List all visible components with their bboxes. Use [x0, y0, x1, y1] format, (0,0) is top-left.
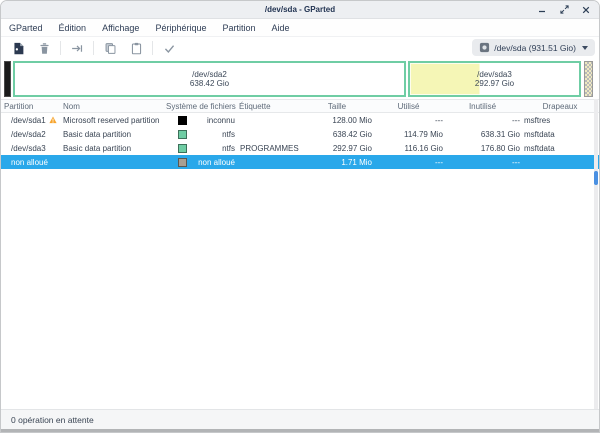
maximize-icon[interactable] [559, 5, 569, 15]
partition-used: --- [373, 116, 444, 125]
segment-device-label: /dev/sda3 [477, 70, 512, 80]
menu-view[interactable]: Affichage [102, 23, 139, 33]
column-header-used[interactable]: Utilisé [373, 102, 444, 111]
window-bottom-edge [1, 429, 599, 432]
menu-device[interactable]: Périphérique [155, 23, 206, 33]
pending-operations-text: 0 opération en attente [11, 415, 94, 425]
resize-arrow-icon [70, 42, 84, 55]
partition-unused: --- [444, 158, 521, 167]
column-header-partition[interactable]: Partition [1, 102, 61, 111]
menubar: GParted Édition Affichage Périphérique P… [1, 19, 599, 37]
partition-size: 128.00 Mio [301, 116, 373, 125]
table-row[interactable]: /dev/sda3 Basic data partition ntfs PROG… [1, 141, 599, 155]
disk-segment-sda2[interactable]: /dev/sda2 638.42 Gio [13, 61, 406, 97]
partition-size: 292.97 Gio [301, 144, 373, 153]
close-icon[interactable] [581, 5, 591, 15]
partition-flags: msftres [521, 116, 599, 125]
disk-segment-sda1[interactable] [4, 61, 11, 97]
disk-segment-unallocated[interactable] [584, 61, 593, 97]
resize-move-button[interactable] [64, 39, 90, 57]
partition-size: 1.71 Mio [301, 158, 373, 167]
warning-icon [49, 116, 57, 124]
partition-unused: 176.80 Gio [444, 144, 521, 153]
filesystem-cell: non alloué [164, 158, 238, 167]
fs-type: inconnu [207, 116, 235, 125]
toolbar-separator [152, 41, 153, 55]
partition-size: 638.42 Gio [301, 130, 373, 139]
paste-icon [130, 42, 143, 55]
partition-unused: 638.31 Gio [444, 130, 521, 139]
column-header-name[interactable]: Nom [61, 102, 164, 111]
fs-type: ntfs [222, 130, 235, 139]
window-controls [537, 1, 591, 18]
partition-name: Basic data partition [61, 144, 164, 153]
new-partition-button[interactable] [5, 39, 31, 57]
disk-icon [479, 42, 490, 53]
partition-name: Basic data partition [61, 130, 164, 139]
gparted-window: /dev/sda - GParted GParted Édition Affic… [0, 0, 600, 433]
partition-path: /dev/sda2 [11, 130, 46, 139]
column-header-unused[interactable]: Inutilisé [444, 102, 521, 111]
toolbar-separator [93, 41, 94, 55]
partition-path: /dev/sda3 [11, 144, 46, 153]
menu-partition[interactable]: Partition [222, 23, 255, 33]
partition-used: 114.79 Mio [373, 130, 444, 139]
scrollbar-thumb[interactable] [594, 171, 598, 185]
scrollbar-track[interactable] [594, 99, 598, 409]
table-empty-area [1, 169, 599, 409]
fs-swatch [178, 116, 187, 125]
toolbar: /dev/sda (931.51 Gio) [1, 37, 599, 59]
column-header-label[interactable]: Étiquette [238, 102, 301, 111]
device-selector[interactable]: /dev/sda (931.51 Gio) [472, 39, 595, 56]
delete-partition-button[interactable] [31, 39, 57, 57]
menu-gparted[interactable]: GParted [9, 23, 43, 33]
segment-size-label: 638.42 Gio [190, 79, 229, 89]
window-title: /dev/sda - GParted [265, 5, 335, 14]
partition-label: PROGRAMMES [238, 144, 301, 153]
partition-name: Microsoft reserved partition [61, 116, 164, 125]
column-header-flags[interactable]: Drapeaux [521, 102, 599, 111]
checkmark-icon [163, 42, 176, 55]
disk-segment-sda3[interactable]: /dev/sda3 292.97 Gio [408, 61, 581, 97]
fs-swatch [178, 158, 187, 167]
partition-path: non alloué [11, 158, 48, 167]
table-row[interactable]: non alloué non alloué 1.71 Mio --- --- [1, 155, 599, 169]
partition-table-header: Partition Nom Système de fichiers Étique… [1, 99, 599, 113]
new-partition-icon [12, 42, 25, 55]
partition-used: --- [373, 158, 444, 167]
statusbar: 0 opération en attente [1, 409, 599, 429]
table-row[interactable]: /dev/sda2 Basic data partition ntfs 638.… [1, 127, 599, 141]
titlebar: /dev/sda - GParted [1, 1, 599, 19]
segment-device-label: /dev/sda2 [192, 70, 227, 80]
filesystem-cell: ntfs [164, 130, 238, 139]
chevron-down-icon [582, 46, 588, 50]
toolbar-separator [60, 41, 61, 55]
copy-icon [104, 42, 117, 55]
fs-type: non alloué [198, 158, 235, 167]
menu-help[interactable]: Aide [272, 23, 290, 33]
column-header-size[interactable]: Taille [301, 102, 373, 111]
fs-swatch [178, 130, 187, 139]
partition-flags: msftdata [521, 130, 599, 139]
menu-edit[interactable]: Édition [59, 23, 87, 33]
disk-visual-bar: /dev/sda2 638.42 Gio /dev/sda3 292.97 Gi… [1, 59, 599, 99]
partition-table-body: /dev/sda1 Microsoft reserved partition i… [1, 113, 599, 169]
partition-flags: msftdata [521, 144, 599, 153]
filesystem-cell: ntfs [164, 144, 238, 153]
apply-operations-button[interactable] [156, 39, 182, 57]
fs-swatch [178, 144, 187, 153]
copy-partition-button[interactable] [97, 39, 123, 57]
fs-type: ntfs [222, 144, 235, 153]
minimize-icon[interactable] [537, 5, 547, 15]
column-header-filesystem[interactable]: Système de fichiers [164, 102, 238, 111]
paste-partition-button[interactable] [123, 39, 149, 57]
table-row[interactable]: /dev/sda1 Microsoft reserved partition i… [1, 113, 599, 127]
partition-path: /dev/sda1 [11, 116, 46, 125]
trash-icon [38, 42, 51, 55]
filesystem-cell: inconnu [164, 116, 238, 125]
device-selector-label: /dev/sda (931.51 Gio) [494, 43, 576, 53]
partition-used: 116.16 Gio [373, 144, 444, 153]
segment-size-label: 292.97 Gio [475, 79, 514, 89]
partition-unused: --- [444, 116, 521, 125]
